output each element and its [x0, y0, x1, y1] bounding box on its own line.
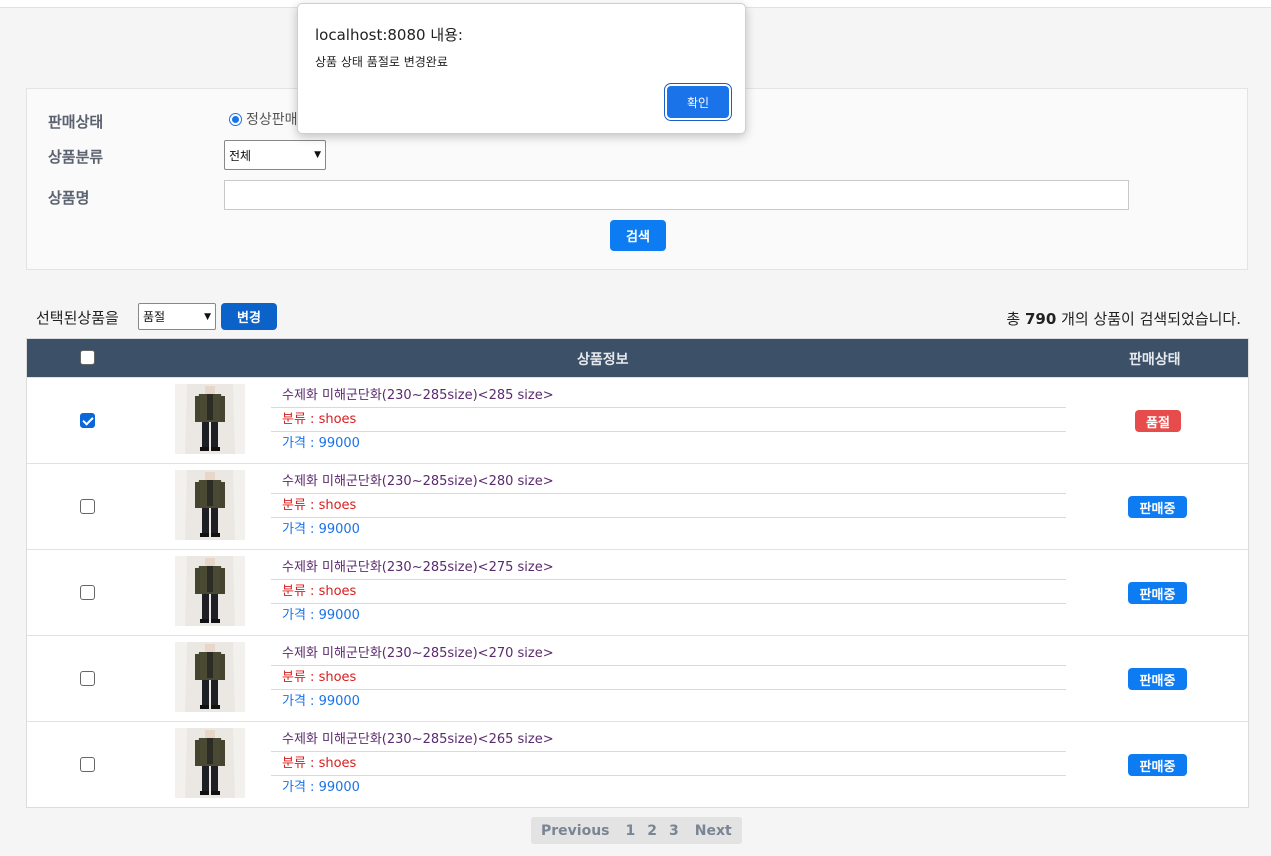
- product-thumbnail[interactable]: [175, 556, 245, 626]
- row-checkbox[interactable]: [80, 499, 95, 514]
- product-category: 분류 : shoes: [271, 752, 1066, 776]
- product-category: 분류 : shoes: [271, 494, 1066, 518]
- total-count-text: 총 790 개의 상품이 검색되었습니다.: [1006, 308, 1241, 329]
- previous-page-link[interactable]: Previous: [531, 823, 620, 839]
- product-thumbnail-image: [175, 470, 245, 540]
- status-radio-label: 정상판매: [246, 112, 298, 128]
- chevron-down-icon: ▼: [204, 311, 211, 322]
- row-checkbox[interactable]: [80, 671, 95, 686]
- status-badge[interactable]: 품절: [1135, 410, 1181, 432]
- product-thumbnail[interactable]: [175, 642, 245, 712]
- page-link-1[interactable]: 1: [620, 823, 642, 839]
- table-row: 수제화 미해군단화(230~285size)<275 size> 분류 : sh…: [27, 549, 1248, 635]
- table-row: 수제화 미해군단화(230~285size)<265 size> 분류 : sh…: [27, 721, 1248, 807]
- product-info: 수제화 미해군단화(230~285size)<285 size> 분류 : sh…: [271, 384, 1066, 456]
- dialog-title: localhost:8080 내용:: [315, 26, 463, 44]
- alert-dialog: localhost:8080 내용: 상품 상태 품절로 변경완료 확인: [297, 3, 746, 134]
- product-name-link[interactable]: 수제화 미해군단화(230~285size)<265 size>: [271, 728, 1066, 752]
- chevron-down-icon: ▼: [314, 150, 321, 160]
- product-price: 가격 : 99000: [282, 694, 360, 709]
- product-name-link[interactable]: 수제화 미해군단화(230~285size)<285 size>: [271, 384, 1066, 408]
- product-thumbnail-image: [175, 642, 245, 712]
- bulk-change-label: 선택된상품을: [36, 309, 119, 327]
- product-thumbnail-image: [175, 384, 245, 454]
- product-category: 분류 : shoes: [271, 408, 1066, 432]
- product-table: 상품정보 판매상태 수제화 미해군단화(230~285size)<285 siz…: [26, 338, 1249, 808]
- product-thumbnail[interactable]: [175, 728, 245, 798]
- category-select[interactable]: 전체 ▼: [224, 140, 326, 170]
- status-radio-normal[interactable]: 정상판매: [229, 109, 298, 129]
- product-name-link[interactable]: 수제화 미해군단화(230~285size)<275 size>: [271, 556, 1066, 580]
- next-page-link[interactable]: Next: [685, 823, 742, 839]
- header-status: 판매상태: [1129, 352, 1181, 368]
- total-count: 790: [1025, 310, 1057, 328]
- product-name-input[interactable]: [224, 180, 1129, 210]
- status-badge[interactable]: 판매중: [1128, 754, 1187, 776]
- product-category: 분류 : shoes: [271, 666, 1066, 690]
- product-price: 가격 : 99000: [282, 608, 360, 623]
- product-price: 가격 : 99000: [282, 780, 360, 795]
- product-name-label: 상품명: [48, 189, 90, 207]
- product-name-link[interactable]: 수제화 미해군단화(230~285size)<270 size>: [271, 642, 1066, 666]
- product-name-link[interactable]: 수제화 미해군단화(230~285size)<280 size>: [271, 470, 1066, 494]
- total-suffix: 개의 상품이 검색되었습니다.: [1061, 310, 1241, 328]
- status-badge[interactable]: 판매중: [1128, 496, 1187, 518]
- status-badge[interactable]: 판매중: [1128, 668, 1187, 690]
- table-row: 수제화 미해군단화(230~285size)<285 size> 분류 : sh…: [27, 377, 1248, 463]
- product-price: 가격 : 99000: [282, 522, 360, 537]
- product-category: 분류 : shoes: [271, 580, 1066, 604]
- dialog-ok-button[interactable]: 확인: [667, 86, 729, 118]
- status-label: 판매상태: [48, 113, 104, 131]
- product-price: 가격 : 99000: [282, 436, 360, 451]
- category-select-value: 전체: [229, 148, 252, 163]
- page-link-2[interactable]: 2: [641, 823, 663, 839]
- change-button[interactable]: 변경: [221, 303, 277, 330]
- product-info: 수제화 미해군단화(230~285size)<265 size> 분류 : sh…: [271, 728, 1066, 800]
- row-checkbox[interactable]: [80, 413, 95, 428]
- radio-selected-icon[interactable]: [229, 112, 242, 126]
- table-row: 수제화 미해군단화(230~285size)<280 size> 분류 : sh…: [27, 463, 1248, 549]
- row-checkbox[interactable]: [80, 585, 95, 600]
- status-badge[interactable]: 판매중: [1128, 582, 1187, 604]
- product-info: 수제화 미해군단화(230~285size)<280 size> 분류 : sh…: [271, 470, 1066, 542]
- dialog-message: 상품 상태 품절로 변경완료: [315, 55, 448, 69]
- product-thumbnail[interactable]: [175, 384, 245, 454]
- select-all-checkbox[interactable]: [80, 350, 95, 365]
- category-label: 상품분류: [48, 148, 104, 166]
- pagination: Previous 1 2 3 Next: [531, 817, 742, 844]
- page-link-3[interactable]: 3: [663, 823, 685, 839]
- row-checkbox[interactable]: [80, 757, 95, 772]
- total-prefix: 총: [1006, 310, 1021, 328]
- product-info: 수제화 미해군단화(230~285size)<270 size> 분류 : sh…: [271, 642, 1066, 714]
- product-thumbnail-image: [175, 556, 245, 626]
- table-row: 수제화 미해군단화(230~285size)<270 size> 분류 : sh…: [27, 635, 1248, 721]
- bulk-status-select[interactable]: 품절 ▼: [138, 303, 216, 330]
- product-thumbnail[interactable]: [175, 470, 245, 540]
- search-button[interactable]: 검색: [610, 220, 666, 251]
- table-header: 상품정보 판매상태: [27, 339, 1248, 377]
- bulk-status-value: 품절: [143, 310, 166, 324]
- header-product-info: 상품정보: [577, 352, 629, 368]
- product-info: 수제화 미해군단화(230~285size)<275 size> 분류 : sh…: [271, 556, 1066, 628]
- product-thumbnail-image: [175, 728, 245, 798]
